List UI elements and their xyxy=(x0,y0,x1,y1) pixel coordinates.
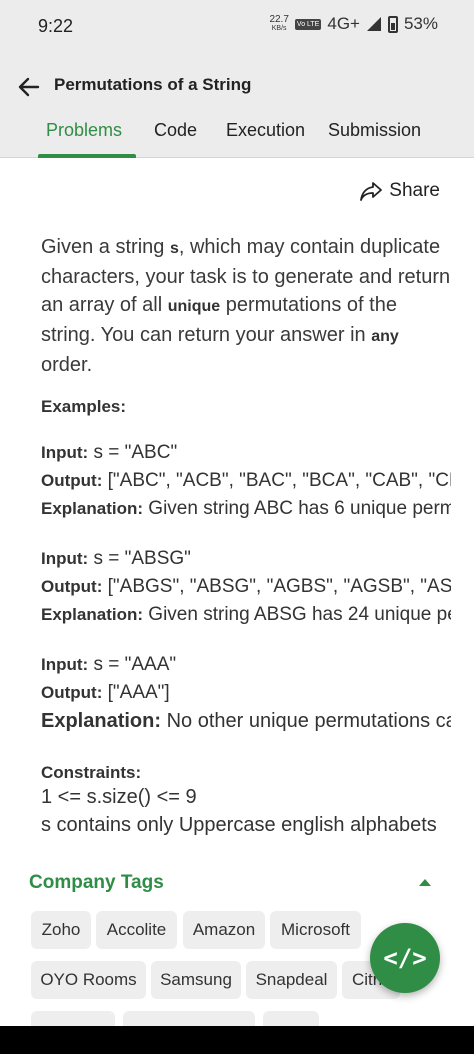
input-value: s = "ABC" xyxy=(88,442,178,463)
output-value: ["ABC", "ACB", "BAC", "BCA", "CAB", "CBA… xyxy=(102,470,451,491)
tag-accolite[interactable]: Accolite xyxy=(96,911,177,949)
tab-code[interactable]: Code xyxy=(154,120,197,141)
active-tab-indicator xyxy=(38,154,136,158)
output-key: Output: xyxy=(41,471,103,490)
share-button[interactable]: Share xyxy=(359,180,440,202)
system-nav-bar xyxy=(0,1026,474,1054)
constraint-item: s contains only Uppercase english alphab… xyxy=(41,814,437,836)
tag-samsung[interactable]: Samsung xyxy=(151,961,241,999)
status-bar: 9:22 22.7 KB/s Vo LTE 4G+ 53% xyxy=(0,0,474,58)
example-output: Output: ["AAA"] xyxy=(41,679,451,707)
volte-icon: Vo LTE xyxy=(294,18,322,30)
network-type: 4G+ xyxy=(327,14,360,33)
share-label: Share xyxy=(389,180,440,201)
tab-problems[interactable]: Problems xyxy=(46,120,122,141)
tab-submission[interactable]: Submission xyxy=(328,120,421,141)
explanation-value: Given string ABSG has 24 unique permutat… xyxy=(148,604,451,625)
example-2: Input: s = "ABSG" Output: ["ABGS", "ABSG… xyxy=(41,545,451,629)
tag-zoho[interactable]: Zoho xyxy=(31,911,91,949)
example-3: Input: s = "AAA" Output: ["AAA"] Explana… xyxy=(41,651,451,735)
output-value: ["ABGS", "ABSG", "AGBS", "AGSB", "ASBG",… xyxy=(107,576,451,597)
example-output: Output: ["ABC", "ACB", "BAC", "BCA", "CA… xyxy=(41,467,451,495)
explanation-value: Given string ABC has 6 unique permutatio… xyxy=(148,498,451,519)
desc-text-4: order. xyxy=(41,354,93,376)
input-key: Input: xyxy=(41,549,89,568)
input-value: s = "ABSG" xyxy=(88,548,191,569)
tag-oyo-rooms[interactable]: OYO Rooms xyxy=(31,961,146,999)
input-key: Input: xyxy=(41,443,89,462)
explanation-key: Explanation: xyxy=(41,710,162,732)
desc-unique: unique xyxy=(167,298,221,315)
output-value: ["AAA"] xyxy=(102,682,170,703)
example-input: Input: s = "AAA" xyxy=(41,651,451,679)
output-key: Output: xyxy=(41,577,103,596)
desc-var-s: s xyxy=(169,240,179,257)
output-key: Output: xyxy=(41,683,103,702)
tag-microsoft[interactable]: Microsoft xyxy=(270,911,361,949)
network-speed-value: 22.7 xyxy=(269,14,289,25)
tab-bar: Problems Code Execution Submission xyxy=(0,116,474,158)
example-explanation: Explanation: No other unique permutation… xyxy=(41,707,451,735)
battery-icon xyxy=(387,15,398,33)
tag-snapdeal[interactable]: Snapdeal xyxy=(246,961,337,999)
explanation-key: Explanation: xyxy=(41,605,144,624)
network-speed: 22.7 KB/s xyxy=(269,15,288,33)
explanation-key: Explanation: xyxy=(41,499,144,518)
desc-text-1: Given a string xyxy=(41,236,170,258)
code-icon: </> xyxy=(383,944,427,972)
problem-description: Given a string s, which may contain dupl… xyxy=(41,233,451,379)
examples-heading: Examples: xyxy=(41,397,127,416)
share-icon xyxy=(360,182,383,201)
page-title: Permutations of a String xyxy=(54,75,252,94)
code-editor-fab[interactable]: </> xyxy=(370,923,440,993)
example-explanation: Explanation: Given string ABSG has 24 un… xyxy=(41,601,451,629)
constraints-heading: Constraints: xyxy=(41,763,142,782)
example-explanation: Explanation: Given string ABC has 6 uniq… xyxy=(41,495,451,523)
example-1: Input: s = "ABC" Output: ["ABC", "ACB", … xyxy=(41,439,451,523)
back-arrow-icon[interactable] xyxy=(16,74,42,100)
network-speed-unit: KB/s xyxy=(271,25,287,32)
input-value: s = "AAA" xyxy=(88,654,177,675)
problem-content: Given a string s, which may contain dupl… xyxy=(41,233,451,839)
input-key: Input: xyxy=(41,655,89,674)
tag-amazon[interactable]: Amazon xyxy=(183,911,265,949)
signal-icon xyxy=(366,17,381,31)
status-icons: 22.7 KB/s Vo LTE 4G+ 53% xyxy=(269,14,438,34)
example-input: Input: s = "ABC" xyxy=(41,439,451,467)
constraint-item: 1 <= s.size() <= 9 xyxy=(41,786,197,808)
battery-percent: 53% xyxy=(403,14,438,33)
example-input: Input: s = "ABSG" xyxy=(41,545,451,573)
company-tags-header[interactable]: Company Tags xyxy=(29,872,437,898)
tab-execution[interactable]: Execution xyxy=(226,120,305,141)
company-tags-title: Company Tags xyxy=(29,872,164,893)
explanation-value: No other unique permutations can be form… xyxy=(166,710,451,732)
example-output: Output: ["ABGS", "ABSG", "AGBS", "AGSB",… xyxy=(41,573,451,601)
collapse-caret-icon[interactable] xyxy=(419,879,431,886)
app-header: Permutations of a String Problems Code E… xyxy=(0,58,474,158)
desc-any: any xyxy=(371,328,399,345)
status-time: 9:22 xyxy=(38,16,74,36)
